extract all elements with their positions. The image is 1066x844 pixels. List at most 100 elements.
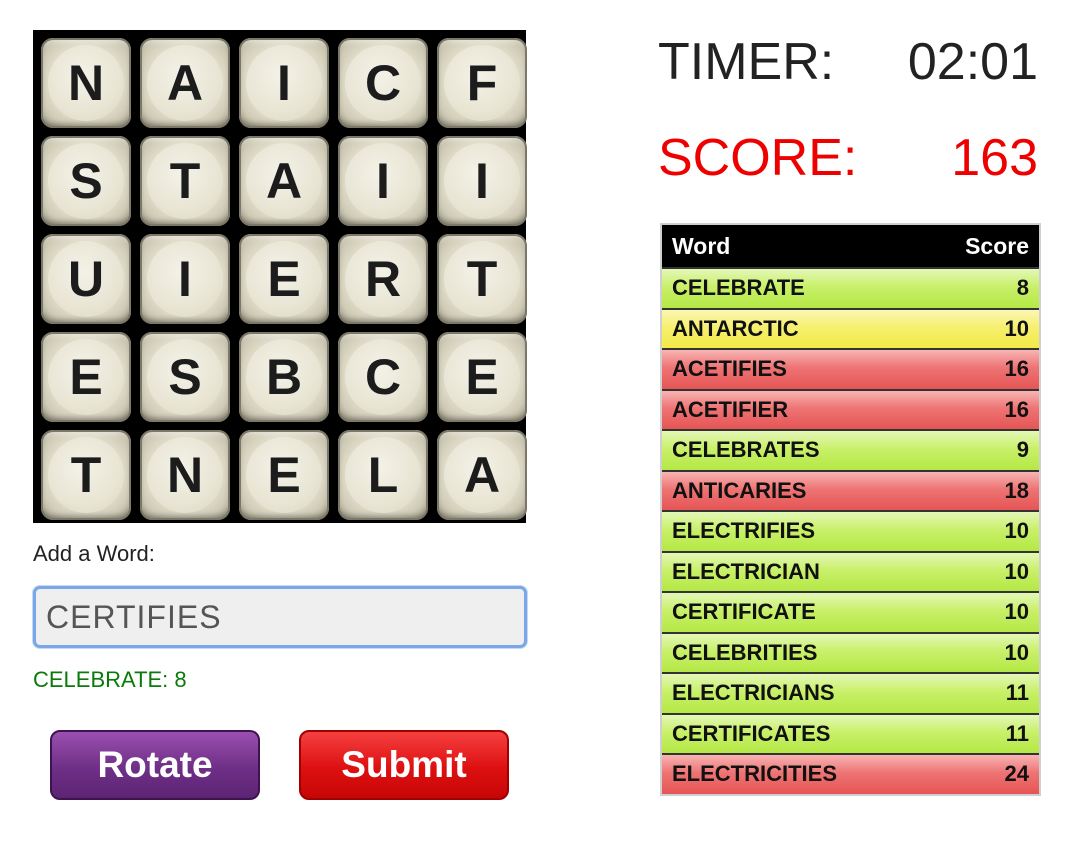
table-row: CERTIFICATE 10: [662, 591, 1039, 632]
row-word: CELEBRITIES: [672, 639, 818, 665]
die-letter: T: [48, 437, 124, 513]
row-score: 16: [1004, 396, 1029, 422]
letter-die[interactable]: C: [338, 38, 428, 128]
row-word: CELEBRATES: [672, 437, 820, 463]
die-letter: T: [444, 241, 520, 317]
header-score: Score: [965, 232, 1029, 259]
die-letter: S: [48, 143, 124, 219]
row-word: ACETIFIER: [672, 396, 789, 422]
letter-die[interactable]: I: [437, 136, 527, 226]
letter-die[interactable]: U: [41, 234, 131, 324]
die-letter: R: [345, 241, 421, 317]
die-letter: N: [48, 45, 124, 121]
row-score: 10: [1004, 558, 1029, 584]
letter-die[interactable]: E: [437, 332, 527, 422]
row-word: ACETIFIES: [672, 356, 787, 382]
die-letter: C: [345, 339, 421, 415]
die-letter: E: [48, 339, 124, 415]
letter-die[interactable]: R: [338, 234, 428, 324]
score-display: SCORE: 163: [658, 128, 1038, 188]
row-score: 11: [1005, 720, 1029, 746]
letter-die[interactable]: T: [437, 234, 527, 324]
row-score: 24: [1004, 761, 1029, 787]
letter-die[interactable]: T: [140, 136, 230, 226]
letter-die[interactable]: S: [140, 332, 230, 422]
row-word: ANTARCTIC: [672, 315, 799, 341]
table-row: CELEBRATES 9: [662, 429, 1039, 470]
row-word: ELECTRICIANS: [672, 680, 835, 706]
row-score: 9: [1016, 437, 1029, 463]
table-row: ELECTRIFIES 10: [662, 510, 1039, 551]
row-word: CELEBRATE: [672, 275, 805, 301]
table-body: CELEBRATE 8 ANTARCTIC 10 ACETIFIES 16 ACETIFIE…: [662, 267, 1039, 794]
table-row: ACETIFIER 16: [662, 388, 1039, 429]
row-word: CERTIFICATE: [672, 599, 816, 625]
word-input[interactable]: [33, 586, 527, 648]
die-letter: C: [345, 45, 421, 121]
row-score: 18: [1004, 477, 1029, 503]
die-letter: A: [147, 45, 223, 121]
die-letter: A: [444, 437, 520, 513]
row-word: ELECTRIFIES: [672, 518, 816, 544]
row-score: 8: [1016, 275, 1029, 301]
table-row: ELECTRICIAN 10: [662, 550, 1039, 591]
row-score: 10: [1004, 518, 1029, 544]
die-letter: N: [147, 437, 223, 513]
die-letter: B: [246, 339, 322, 415]
letter-die[interactable]: E: [239, 430, 329, 520]
row-score: 10: [1004, 599, 1029, 625]
letter-die[interactable]: I: [338, 136, 428, 226]
word-list-table: Word Score CELEBRATE 8 ANTARCTIC 10 ACETIFIE…: [660, 223, 1041, 796]
row-score: 16: [1004, 356, 1029, 382]
letter-die[interactable]: N: [41, 38, 131, 128]
die-letter: I: [147, 241, 223, 317]
die-letter: L: [345, 437, 421, 513]
table-row: CELEBRITIES 10: [662, 631, 1039, 672]
letter-board: NAICFSTAIIUIERTESBCETNELA: [33, 30, 527, 523]
table-row: ANTICARIES 18: [662, 469, 1039, 510]
letter-die[interactable]: E: [41, 332, 131, 422]
letter-die[interactable]: A: [437, 430, 527, 520]
letter-die[interactable]: A: [140, 38, 230, 128]
die-letter: E: [444, 339, 520, 415]
row-score: 10: [1004, 315, 1029, 341]
letter-die[interactable]: F: [437, 38, 527, 128]
table-row: ELECTRICITIES 24: [662, 753, 1039, 794]
letter-die[interactable]: T: [41, 430, 131, 520]
table-row: ACETIFIES 16: [662, 348, 1039, 389]
die-letter: S: [147, 339, 223, 415]
letter-die[interactable]: L: [338, 430, 428, 520]
letter-die[interactable]: C: [338, 332, 428, 422]
timer-display: TIMER: 02:01: [658, 32, 1038, 92]
row-word: ELECTRICIAN: [672, 558, 820, 584]
table-row: CERTIFICATES 11: [662, 712, 1039, 753]
row-score: 11: [1005, 680, 1029, 706]
die-letter: A: [246, 143, 322, 219]
table-row: ELECTRICIANS 11: [662, 672, 1039, 713]
die-letter: I: [444, 143, 520, 219]
die-letter: T: [147, 143, 223, 219]
die-letter: I: [345, 143, 421, 219]
score-label: SCORE:: [658, 129, 858, 187]
add-word-label: Add a Word:: [33, 541, 155, 566]
die-letter: I: [246, 45, 322, 121]
row-word: ANTICARIES: [672, 477, 807, 503]
die-letter: U: [48, 241, 124, 317]
row-word: CERTIFICATES: [672, 720, 831, 746]
timer-label: TIMER:: [658, 33, 835, 91]
row-score: 10: [1004, 639, 1029, 665]
table-row: CELEBRATE 8: [662, 267, 1039, 308]
letter-die[interactable]: I: [239, 38, 329, 128]
letter-die[interactable]: N: [140, 430, 230, 520]
letter-die[interactable]: S: [41, 136, 131, 226]
letter-die[interactable]: A: [239, 136, 329, 226]
rotate-button[interactable]: Rotate: [50, 730, 260, 800]
die-letter: E: [246, 241, 322, 317]
score-value: 163: [951, 129, 1038, 187]
letter-die[interactable]: I: [140, 234, 230, 324]
letter-die[interactable]: E: [239, 234, 329, 324]
letter-die[interactable]: B: [239, 332, 329, 422]
submit-button[interactable]: Submit: [299, 730, 509, 800]
row-word: ELECTRICITIES: [672, 761, 838, 787]
header-word: Word: [672, 232, 731, 259]
